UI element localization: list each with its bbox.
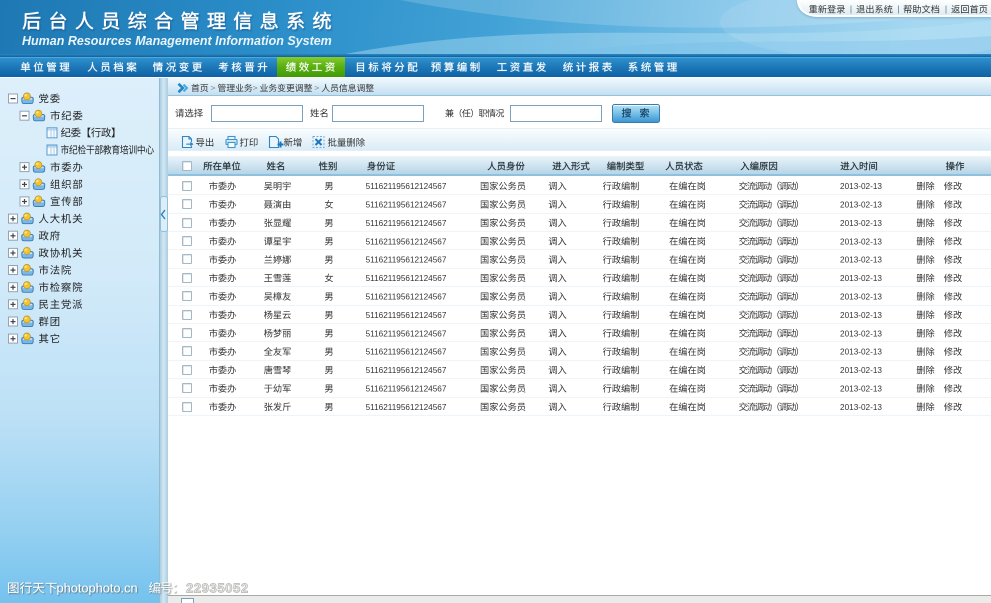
- svg-text:22935052: 22935052: [186, 581, 249, 596]
